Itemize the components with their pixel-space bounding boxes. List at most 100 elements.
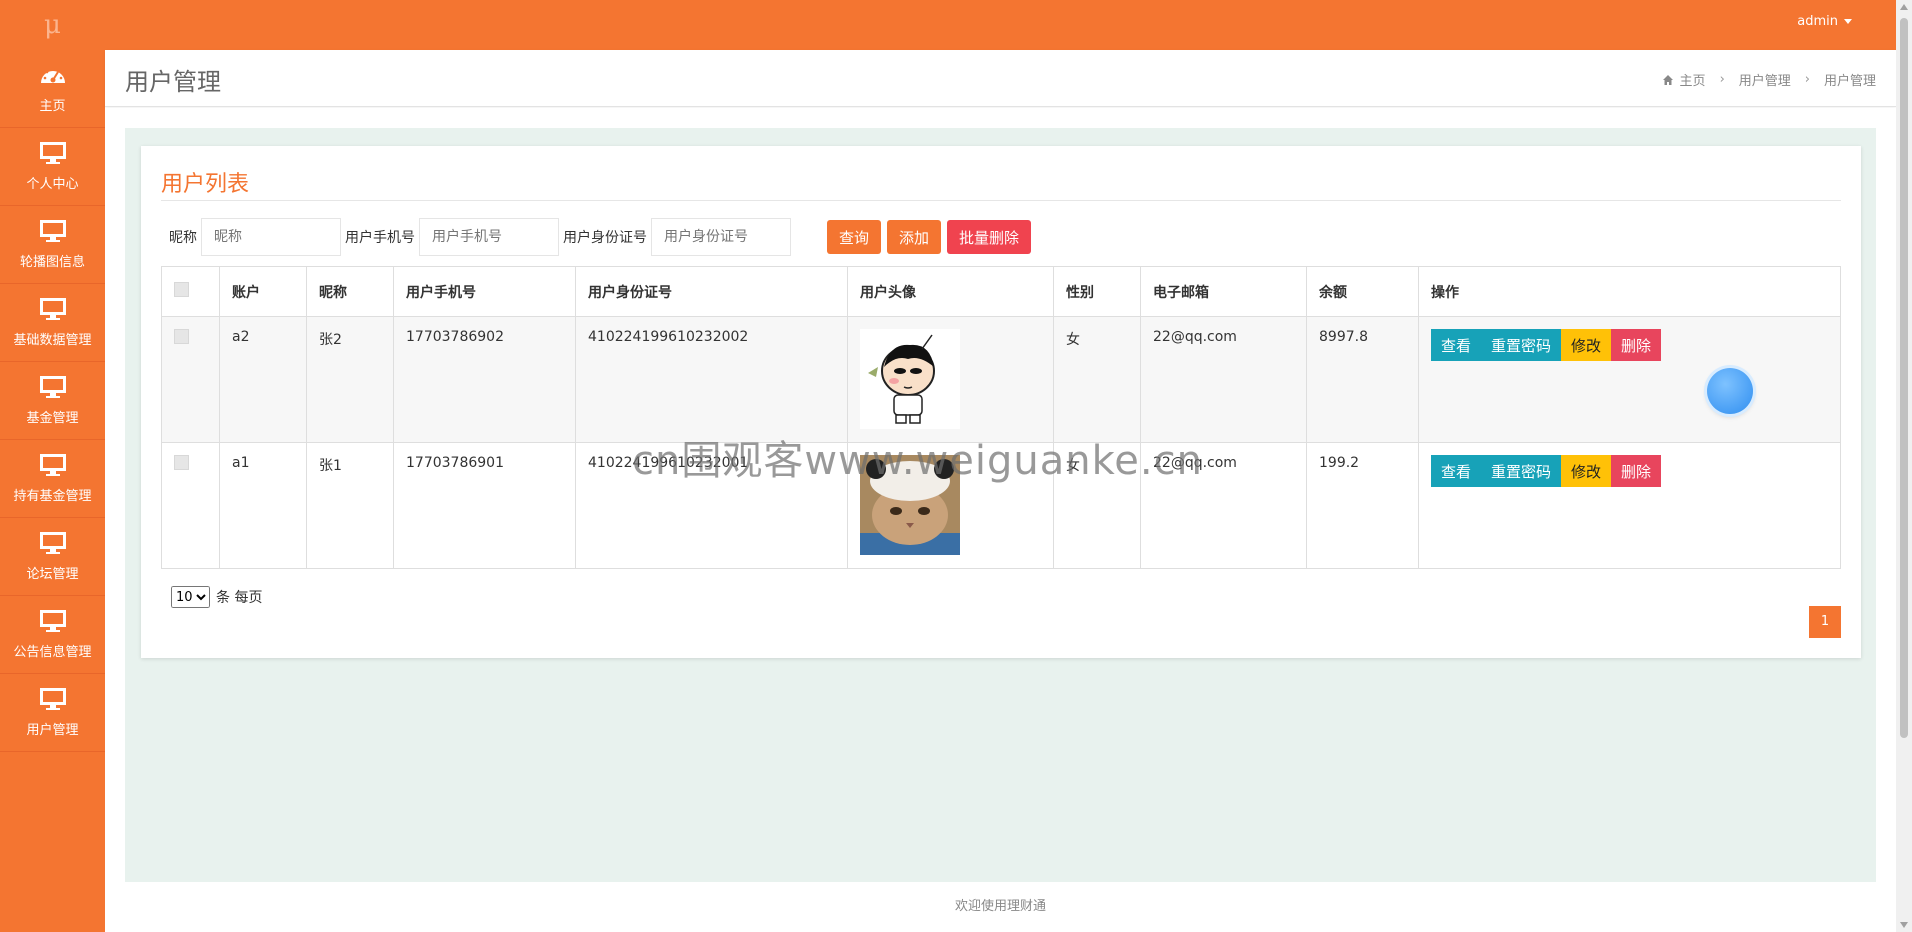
column-header[interactable]: 电子邮箱 [1140, 266, 1307, 317]
vertical-scrollbar[interactable] [1896, 0, 1912, 932]
monitor-icon [39, 298, 66, 320]
phone-input[interactable] [419, 218, 559, 256]
breadcrumb: 主页 › 用户管理 › 用户管理 [1662, 70, 1876, 89]
breadcrumb-section[interactable]: 用户管理 [1739, 70, 1791, 89]
id-card-input[interactable] [651, 218, 791, 256]
avatar-cell [847, 442, 1054, 569]
page-size-suffix: 条 每页 [216, 590, 263, 606]
view-button[interactable]: 查看 [1431, 329, 1482, 361]
gender-cell: 女 [1053, 316, 1141, 443]
column-header[interactable]: 余额 [1306, 266, 1419, 317]
top-bar: μ admin [0, 0, 1896, 50]
floating-assistant-icon[interactable] [1707, 368, 1753, 414]
scroll-down-icon[interactable] [1900, 922, 1908, 928]
main-content: 用户列表 昵称 用户手机号 用户身份证号 查询 添加 批量删除 账户 昵称 用户… [105, 108, 1896, 888]
user-menu[interactable]: admin [1797, 14, 1852, 29]
sidebar: 主页 个人中心 轮播图信息 基础数据管理 基金管理 持有基金管理 论坛管理 公告… [0, 50, 105, 932]
cat-avatar[interactable] [860, 455, 960, 555]
nickname-cell: 张2 [306, 316, 394, 443]
balance-cell: 8997.8 [1306, 316, 1419, 443]
add-button[interactable]: 添加 [887, 220, 942, 254]
table-header-row: 账户 昵称 用户手机号 用户身份证号 用户头像 性别 电子邮箱 余额 操作 [161, 266, 1841, 317]
account-cell: a2 [219, 316, 307, 443]
phone-cell: 17703786902 [393, 316, 576, 443]
sidebar-item-carousel[interactable]: 轮播图信息 [0, 206, 105, 284]
breadcrumb-home[interactable]: 主页 [1680, 70, 1706, 89]
batch-delete-button[interactable]: 批量删除 [947, 220, 1032, 254]
sidebar-item-label: 轮播图信息 [19, 255, 85, 270]
edit-button[interactable]: 修改 [1561, 455, 1612, 487]
phone-label: 用户手机号 [345, 230, 415, 246]
search-button[interactable]: 查询 [827, 220, 882, 254]
nickname-input[interactable] [201, 218, 341, 256]
sidebar-item-label: 论坛管理 [26, 567, 79, 582]
gender-cell: 女 [1053, 442, 1141, 569]
user-table: 账户 昵称 用户手机号 用户身份证号 用户头像 性别 电子邮箱 余额 操作 a2… [161, 266, 1841, 569]
breadcrumb-separator-icon: › [1719, 72, 1725, 87]
app-logo[interactable]: μ [0, 0, 105, 50]
column-header[interactable]: 用户身份证号 [575, 266, 848, 317]
balance-cell: 199.2 [1306, 442, 1419, 569]
sidebar-item-notice[interactable]: 公告信息管理 [0, 596, 105, 674]
sidebar-item-fund[interactable]: 基金管理 [0, 362, 105, 440]
monitor-icon [39, 220, 66, 242]
row-select-cell [161, 316, 220, 443]
delete-button[interactable]: 删除 [1611, 455, 1662, 487]
column-header[interactable]: 用户手机号 [393, 266, 576, 317]
page-title: 用户管理 [125, 68, 221, 96]
table-row: a2 张2 17703786902 410224199610232002 女 2… [161, 316, 1841, 443]
id-card-cell: 410224199610232001 [575, 442, 848, 569]
reset-password-button[interactable]: 重置密码 [1481, 329, 1562, 361]
sidebar-item-label: 个人中心 [26, 177, 79, 192]
scroll-up-icon[interactable] [1900, 4, 1908, 10]
scroll-thumb[interactable] [1900, 18, 1908, 738]
monitor-icon [39, 688, 66, 710]
sidebar-item-label: 持有基金管理 [13, 489, 92, 504]
footer: 欢迎使用理财通 [105, 882, 1896, 932]
dashboard-icon [40, 67, 65, 83]
breadcrumb-current: 用户管理 [1823, 74, 1876, 89]
sidebar-item-label: 主页 [39, 99, 66, 114]
page-button-current[interactable]: 1 [1809, 606, 1841, 638]
email-cell: 22@qq.com [1140, 316, 1307, 443]
column-header[interactable]: 性别 [1053, 266, 1141, 317]
monitor-icon [39, 532, 66, 554]
sidebar-item-label: 公告信息管理 [13, 645, 92, 660]
card-title: 用户列表 [161, 172, 250, 197]
column-header[interactable]: 用户头像 [847, 266, 1054, 317]
sidebar-item-holding-fund[interactable]: 持有基金管理 [0, 440, 105, 518]
email-cell: 22@qq.com [1140, 442, 1307, 569]
select-all-checkbox[interactable] [174, 282, 189, 297]
account-cell: a1 [219, 442, 307, 569]
monitor-icon [39, 454, 66, 476]
avatar-cell [847, 316, 1054, 443]
nickname-label: 昵称 [169, 230, 197, 246]
page-header: 用户管理 主页 › 用户管理 › 用户管理 [105, 50, 1896, 107]
reset-password-button[interactable]: 重置密码 [1481, 455, 1562, 487]
row-select-cell [161, 442, 220, 569]
sidebar-item-label: 基金管理 [26, 411, 79, 426]
row-checkbox[interactable] [174, 329, 189, 344]
edit-button[interactable]: 修改 [1561, 329, 1612, 361]
page-size-select[interactable]: 10 [171, 586, 210, 608]
actions-cell: 查看 重置密码 修改 删除 [1418, 442, 1841, 569]
row-checkbox[interactable] [174, 455, 189, 470]
view-button[interactable]: 查看 [1431, 455, 1482, 487]
user-list-card: 用户列表 昵称 用户手机号 用户身份证号 查询 添加 批量删除 账户 昵称 用户… [141, 146, 1861, 658]
home-icon [1662, 74, 1673, 85]
delete-button[interactable]: 删除 [1611, 329, 1662, 361]
column-header[interactable]: 昵称 [306, 266, 394, 317]
monitor-icon [39, 142, 66, 164]
divider [161, 200, 1841, 201]
actions-cell: 查看 重置密码 修改 删除 [1418, 316, 1841, 443]
user-name: admin [1797, 14, 1838, 29]
sidebar-item-basic-data[interactable]: 基础数据管理 [0, 284, 105, 362]
sidebar-item-users[interactable]: 用户管理 [0, 674, 105, 752]
sidebar-item-forum[interactable]: 论坛管理 [0, 518, 105, 596]
sidebar-item-home[interactable]: 主页 [0, 50, 105, 128]
table-row: a1 张1 17703786901 410224199610232001 女 2… [161, 442, 1841, 569]
page-size-control: 10 条 每页 [171, 586, 262, 608]
cartoon-boy-avatar[interactable] [860, 329, 960, 429]
column-header[interactable]: 账户 [219, 266, 307, 317]
sidebar-item-personal-center[interactable]: 个人中心 [0, 128, 105, 206]
